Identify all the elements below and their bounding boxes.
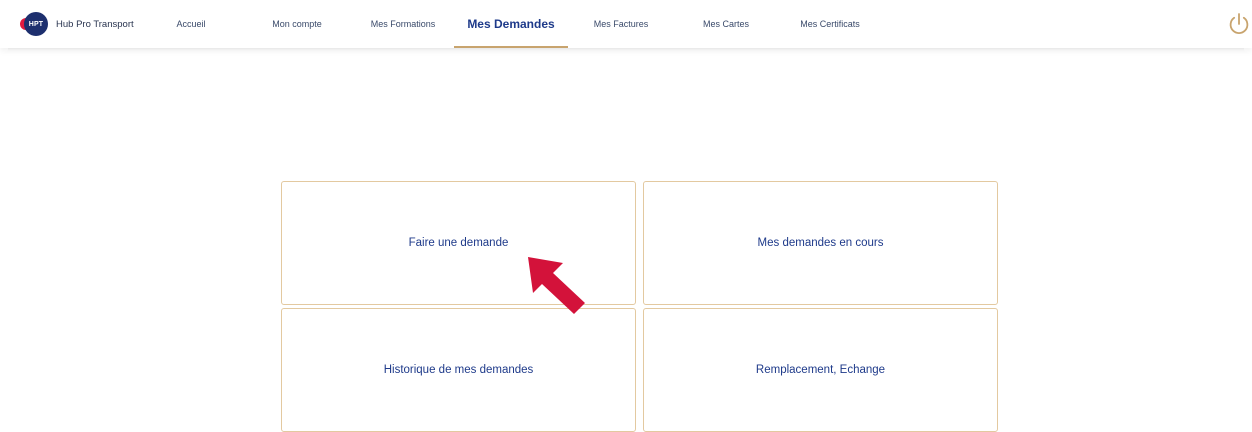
power-icon[interactable] [1228, 12, 1250, 36]
card-historique-de-mes-demandes[interactable]: Historique de mes demandes [281, 308, 636, 432]
red-arrow-icon [525, 254, 589, 318]
nav-mon-compte[interactable]: Mon compte [258, 0, 336, 48]
card-label: Mes demandes en cours [757, 237, 884, 249]
card-remplacement-echange[interactable]: Remplacement, Echange [643, 308, 998, 432]
nav-mes-certificats[interactable]: Mes Certificats [788, 0, 872, 48]
card-label: Remplacement, Echange [755, 364, 886, 376]
nav-mes-cartes[interactable]: Mes Cartes [692, 0, 760, 48]
nav-mes-demandes[interactable]: Mes Demandes [454, 0, 568, 48]
top-navbar: HPT Hub Pro Transport Accueil Mon compte… [0, 0, 1252, 51]
brand-name: Hub Pro Transport [56, 18, 134, 30]
hpt-logo-icon: HPT [20, 12, 48, 36]
card-label: Faire une demande [408, 237, 509, 249]
nav-mes-factures[interactable]: Mes Factures [584, 0, 658, 48]
nav-mes-formations[interactable]: Mes Formations [360, 0, 446, 48]
logo-text: HPT [24, 12, 48, 36]
nav-accueil[interactable]: Accueil [160, 0, 222, 48]
card-label: Historique de mes demandes [383, 364, 534, 376]
card-mes-demandes-en-cours[interactable]: Mes demandes en cours [643, 181, 998, 305]
brand-logo[interactable]: HPT Hub Pro Transport [20, 12, 134, 36]
